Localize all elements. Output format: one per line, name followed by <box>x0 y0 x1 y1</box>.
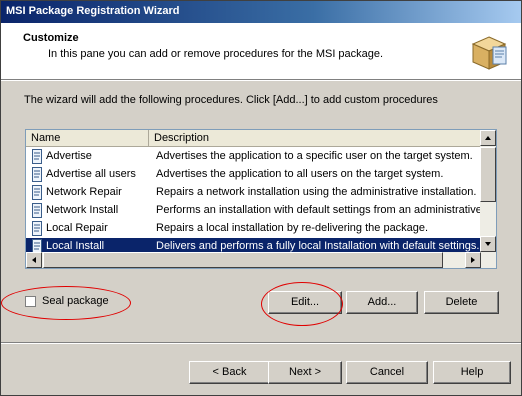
next-button[interactable]: Next > <box>268 361 342 384</box>
vertical-scroll-thumb[interactable] <box>480 147 496 202</box>
list-item[interactable]: Network Repair Repairs a network installa… <box>26 184 481 202</box>
footer-divider <box>1 342 521 344</box>
scroll-down-button[interactable] <box>480 236 496 252</box>
delete-button[interactable]: Delete <box>424 291 499 314</box>
procedure-description: Advertises the application to a specific… <box>156 150 473 162</box>
header-divider <box>1 80 521 81</box>
vertical-scrollbar[interactable] <box>480 130 496 268</box>
title-bar[interactable]: MSI Package Registration Wizard <box>1 1 521 23</box>
list-item[interactable]: Network Install Performs an installation … <box>26 202 481 220</box>
wizard-window: MSI Package Registration Wizard Customiz… <box>0 0 522 396</box>
procedure-description: Advertises the application to all users … <box>156 168 444 180</box>
procedure-script-icon <box>32 149 42 164</box>
procedure-description: Performs an installation with default se… <box>156 204 481 216</box>
page-title: Customize <box>23 32 79 44</box>
scroll-up-button[interactable] <box>480 130 496 146</box>
procedures-list[interactable]: Name Description Advertise Advertises the… <box>25 129 497 269</box>
column-header-description[interactable]: Description <box>149 130 481 147</box>
procedure-description: Repairs a local installation by re-deliv… <box>156 222 429 234</box>
checkbox-box[interactable] <box>25 296 36 307</box>
scroll-left-button[interactable] <box>26 252 42 268</box>
window-title: MSI Package Registration Wizard <box>6 5 180 17</box>
procedure-name: Local Repair <box>46 222 108 234</box>
procedure-name: Network Repair <box>46 186 122 198</box>
list-item[interactable]: Local Repair Repairs a local installation… <box>26 220 481 238</box>
column-header-name[interactable]: Name <box>26 130 149 147</box>
procedure-name: Advertise <box>46 150 92 162</box>
procedure-description: Repairs a network installation using the… <box>156 186 477 198</box>
intro-text: The wizard will add the following proced… <box>24 94 438 106</box>
horizontal-scroll-thumb[interactable] <box>43 252 443 268</box>
procedure-name: Advertise all users <box>46 168 136 180</box>
list-item[interactable]: Advertise all users Advertises the applic… <box>26 166 481 184</box>
cancel-button[interactable]: Cancel <box>346 361 428 384</box>
list-item[interactable]: Advertise Advertises the application to a… <box>26 148 481 166</box>
wizard-header: Customize In this pane you can add or re… <box>1 23 521 80</box>
procedure-script-icon <box>32 203 42 218</box>
procedure-script-icon <box>32 167 42 182</box>
procedure-script-icon <box>32 185 42 200</box>
arrow-down-icon <box>485 242 491 246</box>
arrow-left-icon <box>32 257 36 263</box>
package-box-icon <box>471 36 507 70</box>
back-button[interactable]: < Back <box>189 361 270 384</box>
procedure-name: Network Install <box>46 204 119 216</box>
horizontal-scrollbar[interactable] <box>26 252 481 268</box>
procedure-script-icon <box>32 221 42 236</box>
edit-button[interactable]: Edit... <box>268 291 342 314</box>
scroll-right-button[interactable] <box>465 252 481 268</box>
seal-package-label: Seal package <box>42 295 109 307</box>
help-button[interactable]: Help <box>433 361 511 384</box>
arrow-up-icon <box>485 136 491 140</box>
page-subtitle: In this pane you can add or remove proce… <box>48 48 384 60</box>
add-button[interactable]: Add... <box>346 291 418 314</box>
arrow-right-icon <box>471 257 475 263</box>
